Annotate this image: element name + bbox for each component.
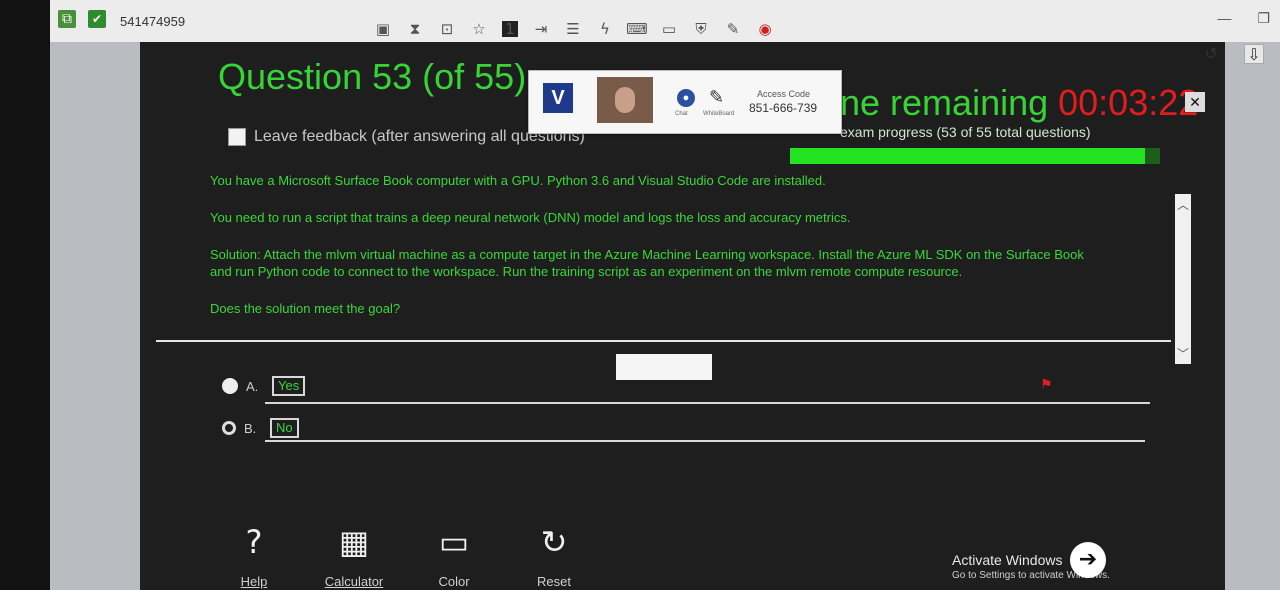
color-label: Color [438, 574, 470, 589]
star-icon[interactable]: ☆ [470, 20, 488, 38]
reset-button[interactable]: ↻ Reset [522, 522, 586, 589]
question-title: Question 53 (of 55) [218, 56, 527, 97]
access-code-value: 851-666-739 [749, 101, 818, 115]
reset-label: Reset [537, 574, 571, 589]
help-icon: ? [245, 523, 263, 561]
lightning-icon[interactable]: ϟ [596, 20, 614, 38]
answer-text[interactable]: Yes [272, 376, 306, 396]
scroll-down-icon[interactable]: ﹀ [1177, 345, 1189, 362]
exam-toolbar: ? Help ▦ Calculator ▭ Color ↻ Reset [222, 522, 586, 589]
screenshot-icon[interactable]: ▣ [374, 20, 392, 38]
close-button[interactable]: ✕ [1185, 92, 1205, 112]
monitor-bezel [0, 0, 50, 590]
download-icon[interactable]: ⇩ [1244, 44, 1264, 64]
vendor-logo: V [543, 83, 573, 113]
answer-b-border [265, 440, 1145, 442]
answer-option-b[interactable]: B. No [222, 418, 299, 438]
color-button[interactable]: ▭ Color [422, 522, 486, 589]
hourglass-icon[interactable]: ⧗ [406, 20, 424, 38]
answer-b-radio[interactable] [222, 421, 236, 435]
answer-letter: B. [244, 420, 257, 436]
access-code-label: Access Code [757, 89, 811, 99]
history-icon[interactable]: ↺ [1202, 44, 1220, 63]
calculator-label: Calculator [324, 574, 384, 589]
calculator-icon: ▦ [338, 523, 370, 561]
session-id: 541474959 [120, 14, 186, 29]
calculator-button[interactable]: ▦ Calculator [322, 522, 386, 589]
restore-icon[interactable]: ❐ [1257, 10, 1270, 27]
next-arrow-icon[interactable]: ➔ [1070, 542, 1106, 578]
proctor-popup: V ● Chat ✎ WhiteBoard Access Code 851-66… [528, 70, 842, 134]
time-remaining-label: ne remaining [840, 82, 1049, 123]
browser-side-panel-right [1225, 42, 1280, 590]
help-label: Help [240, 574, 268, 589]
help-button[interactable]: ? Help [222, 522, 286, 589]
keyboard-icon[interactable]: ⌨ [626, 20, 648, 38]
flag-icon[interactable]: ⚑ [1040, 376, 1053, 393]
minimize-icon[interactable]: — [1217, 10, 1231, 27]
question-scrollbar[interactable]: ︿ ﹀ [1175, 194, 1191, 364]
answer-letter: A. [246, 378, 259, 394]
scroll-up-icon[interactable]: ︿ [1177, 196, 1189, 213]
display-icon[interactable]: ▭ [660, 20, 678, 38]
verified-check-icon: ✔ [88, 10, 106, 28]
record-icon[interactable]: ◉ [756, 20, 774, 38]
remote-app-icon[interactable]: ⧉ [58, 10, 76, 28]
answer-text[interactable]: No [270, 418, 299, 438]
file-transfer-icon[interactable]: ⇥ [532, 20, 550, 38]
reset-icon: ↻ [540, 523, 568, 561]
progress-bar [790, 148, 1160, 164]
monitor-number-badge[interactable]: 1 [502, 20, 518, 38]
question-prompt: Does the solution meet the goal? [210, 301, 401, 316]
monitor-icon: ▭ [438, 523, 470, 561]
pen-icon[interactable]: ✎ [724, 20, 742, 38]
time-remaining: ne remaining 00:03:22 [840, 82, 1198, 124]
browser-side-panel-left [50, 42, 140, 590]
question-paragraph: You have a Microsoft Surface Book comput… [210, 173, 826, 188]
splitter-line [156, 340, 1171, 342]
countdown-clock: 00:03:22 [1058, 82, 1199, 123]
answer-a-radio[interactable] [222, 378, 238, 394]
chat-label: Chat [675, 111, 688, 117]
answer-option-a[interactable]: A. Yes [222, 376, 306, 396]
whiteboard-icon[interactable]: ✎ [709, 87, 724, 108]
progress-fill [790, 148, 1146, 164]
remote-toolbar: ⧉ ✔ 541474959 ▣ ⧗ ⊡ ☆ 1 ⇥ ☰ ϟ ⌨ ▭ ⛨ ✎ ◉ … [50, 0, 1280, 43]
webcam-preview [597, 77, 653, 123]
chat-bubble-icon[interactable]: ● [677, 89, 695, 107]
splitter-handle[interactable] [616, 354, 712, 380]
shield-icon[interactable]: ⛨ [692, 20, 710, 38]
question-body: You have a Microsoft Surface Book comput… [210, 172, 1090, 337]
answer-a-border [265, 402, 1150, 404]
progress-label: exam progress (53 of 55 total questions) [840, 124, 1091, 140]
feedback-checkbox[interactable] [228, 128, 246, 146]
question-paragraph: Solution: Attach the mlvm virtual machin… [210, 247, 1084, 279]
lock-icon[interactable]: ⊡ [438, 20, 456, 38]
whiteboard-label: WhiteBoard [703, 111, 735, 117]
question-paragraph: You need to run a script that trains a d… [210, 210, 851, 225]
chat-icon[interactable]: ☰ [564, 20, 582, 38]
